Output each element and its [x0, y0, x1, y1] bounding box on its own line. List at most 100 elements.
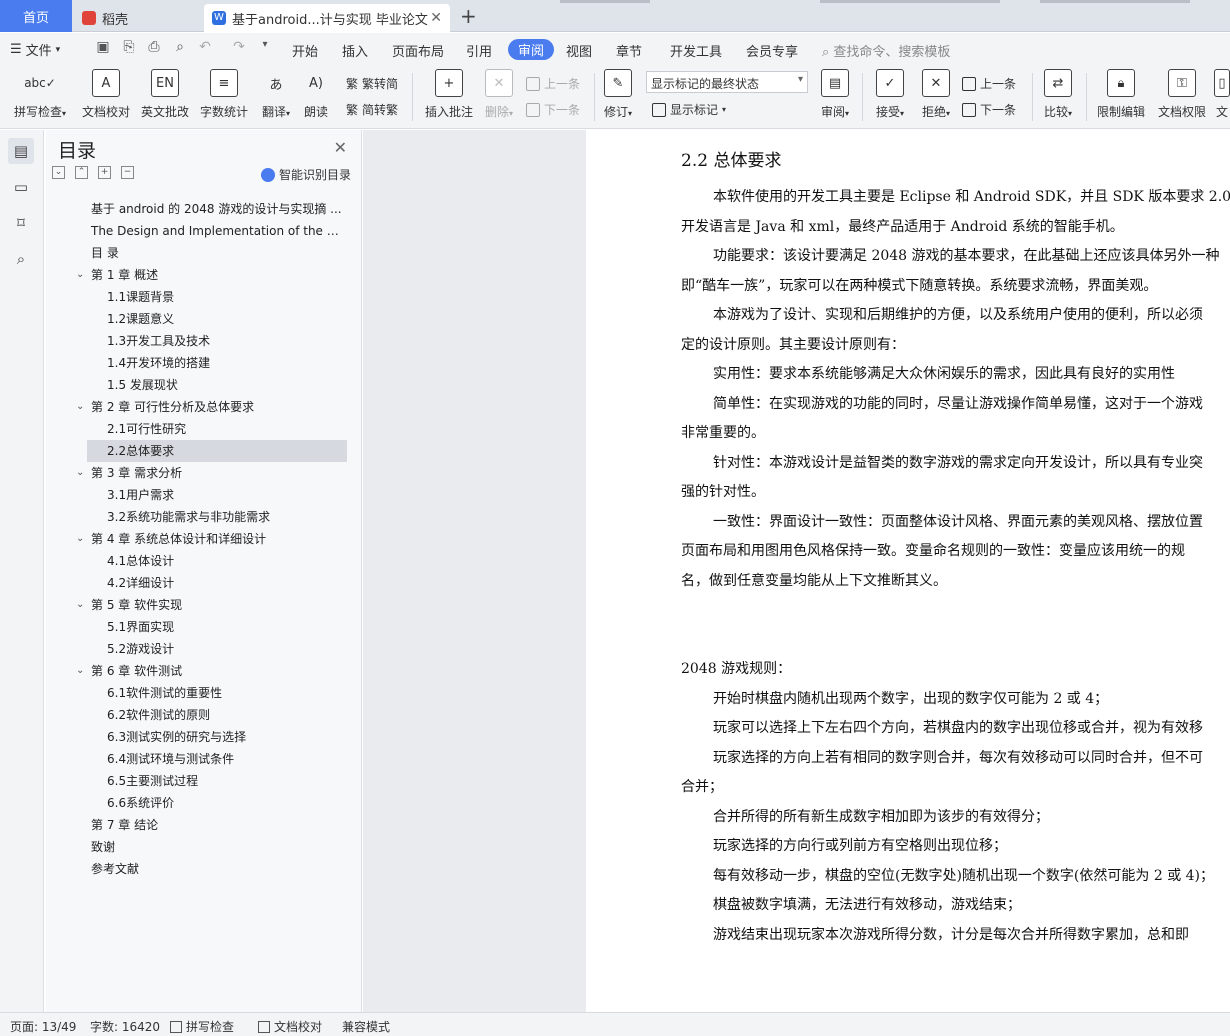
toc-item[interactable]: 5.1界面实现	[46, 616, 362, 638]
toc-item[interactable]: 3.1用户需求	[46, 484, 362, 506]
toc-item[interactable]: ⌄ 第 2 章 可行性分析及总体要求	[46, 396, 362, 418]
toc-item[interactable]: 2.2总体要求	[87, 440, 347, 462]
print-icon[interactable]: ⎙	[145, 39, 163, 57]
menu-section[interactable]: 章节	[616, 41, 642, 60]
chevron-down-icon[interactable]: ⌄	[76, 264, 84, 286]
compare-button[interactable]: ⇄ 比较▾	[1040, 69, 1076, 120]
export-icon[interactable]: ⎘	[120, 39, 138, 57]
toc-item[interactable]: 目 录	[46, 242, 362, 264]
delete-comment-button[interactable]: ✕ 删除▾	[481, 69, 517, 120]
toc-item[interactable]: 1.4开发环境的搭建	[46, 352, 362, 374]
next-comment-button[interactable]: 下一条	[526, 101, 580, 118]
document-page[interactable]: 2.2 总体要求 本软件使用的开发工具主要是 Eclipse 和 Android…	[586, 130, 1230, 1012]
toc-item[interactable]: 1.5 发展现状	[46, 374, 362, 396]
doc-proof-button[interactable]: A 文档校对	[80, 69, 132, 120]
tab-home[interactable]: 首页	[0, 0, 72, 32]
to-simplified-button[interactable]: 繁简转繁	[346, 101, 398, 118]
undo-icon[interactable]: ↶	[196, 39, 214, 57]
toc-item[interactable]: 2.1可行性研究	[46, 418, 362, 440]
accept-button[interactable]: ✓ 接受▾	[872, 69, 908, 120]
save-icon[interactable]: ▣	[94, 39, 112, 57]
close-icon[interactable]: ✕	[334, 138, 347, 157]
menu-reference[interactable]: 引用	[466, 41, 492, 60]
toc-item[interactable]: ⌄ 第 6 章 软件测试	[46, 660, 362, 682]
new-tab-icon[interactable]: +	[460, 4, 477, 28]
remove-level-icon[interactable]: −	[121, 166, 134, 179]
close-tab-icon[interactable]: ✕	[430, 10, 442, 26]
toc-item[interactable]: ⌄ 第 4 章 系统总体设计和详细设计	[46, 528, 362, 550]
review-pane-button[interactable]: ▤ 审阅▾	[818, 69, 852, 120]
tab-docer[interactable]: 稻壳	[74, 4, 198, 32]
menu-start[interactable]: 开始	[292, 41, 318, 60]
toc-item[interactable]: ⌄ 第 3 章 需求分析	[46, 462, 362, 484]
customize-chevron-icon[interactable]: ▾	[256, 39, 274, 57]
chevron-down-icon[interactable]: ⌄	[76, 462, 84, 484]
doc-permission-button[interactable]: ⚿ 文档权限	[1156, 69, 1208, 120]
page-indicator[interactable]: 页面: 13/49	[10, 1018, 76, 1035]
chevron-down-icon[interactable]: ⌄	[76, 528, 84, 550]
menu-insert[interactable]: 插入	[342, 41, 368, 60]
chevron-down-icon[interactable]: ⌄	[76, 396, 84, 418]
chevron-down-icon[interactable]: ⌄	[76, 660, 84, 682]
toc-item[interactable]: 6.2软件测试的原则	[46, 704, 362, 726]
smart-toc-button[interactable]: 智能识别目录	[260, 166, 351, 183]
toc-item[interactable]: 3.2系统功能需求与非功能需求	[46, 506, 362, 528]
word-count-indicator[interactable]: 字数: 16420	[90, 1018, 160, 1035]
toc-item[interactable]: 第 7 章 结论	[46, 814, 362, 836]
toc-item[interactable]: The Design and Implementation of the 2 .…	[46, 220, 362, 242]
prev-comment-button[interactable]: 上一条	[526, 75, 580, 92]
chapter-nav-icon[interactable]: ▭	[8, 174, 34, 200]
search-icon[interactable]: ⌕	[8, 246, 34, 272]
print-preview-icon[interactable]: ⌕	[171, 39, 189, 57]
redo-icon[interactable]: ↷	[230, 39, 248, 57]
insert-comment-button[interactable]: + 插入批注	[422, 69, 476, 120]
toc-item[interactable]: 致谢	[46, 836, 362, 858]
doc-permission-icon: ⚿	[1168, 69, 1196, 97]
read-aloud-button[interactable]: A) 朗读	[300, 69, 332, 120]
show-markup-button[interactable]: 显示标记 ▾	[652, 101, 726, 118]
tab-active-document[interactable]: W 基于android...计与实现 毕业论文 ✕	[204, 4, 450, 32]
add-level-icon[interactable]: +	[98, 166, 111, 179]
toc-item[interactable]: 5.2游戏设计	[46, 638, 362, 660]
toc-item[interactable]: ⌄ 第 5 章 软件实现	[46, 594, 362, 616]
collapse-icon[interactable]: ⌄	[52, 166, 65, 179]
next-change-button[interactable]: 下一条	[962, 101, 1016, 118]
prev-change-button[interactable]: 上一条	[962, 75, 1016, 92]
expand-icon[interactable]: ⌃	[75, 166, 88, 179]
eng-review-button[interactable]: EN 英文批改	[140, 69, 190, 120]
ribbon-overflow-button[interactable]: ▯ 文	[1214, 69, 1230, 120]
track-changes-button[interactable]: ✎ 修订▾	[600, 69, 636, 120]
spell-check-status[interactable]: 拼写检查	[170, 1018, 234, 1035]
toc-item[interactable]: 1.3开发工具及技术	[46, 330, 362, 352]
restrict-edit-button[interactable]: 🔒︎ 限制编辑	[1096, 69, 1146, 120]
menu-member[interactable]: 会员专享	[746, 41, 798, 60]
to-traditional-button[interactable]: 繁繁转简	[346, 75, 398, 92]
file-menu[interactable]: ☰ 文件 ▾	[10, 40, 60, 59]
toc-item[interactable]: 6.3测试实例的研究与选择	[46, 726, 362, 748]
chevron-down-icon[interactable]: ⌄	[76, 594, 84, 616]
translate-button[interactable]: あ 翻译▾	[258, 69, 294, 120]
toc-item[interactable]: 1.1课题背景	[46, 286, 362, 308]
menu-dev-tools[interactable]: 开发工具	[670, 41, 722, 60]
menu-page-layout[interactable]: 页面布局	[392, 41, 444, 60]
toc-item[interactable]: 基于 android 的 2048 游戏的设计与实现摘 ...	[46, 198, 362, 220]
toc-item[interactable]: 4.2详细设计	[46, 572, 362, 594]
markup-state-select[interactable]: 显示标记的最终状态 ▾	[646, 71, 808, 93]
spell-check-button[interactable]: abc✓ 拼写检查▾	[12, 69, 68, 120]
command-search[interactable]: ⌕ 查找命令、搜索模板	[822, 41, 950, 60]
toc-item[interactable]: 1.2课题意义	[46, 308, 362, 330]
bookmark-icon[interactable]: ⌑	[8, 210, 34, 236]
toc-item[interactable]: 6.6系统评价	[46, 792, 362, 814]
reject-button[interactable]: ✕ 拒绝▾	[918, 69, 954, 120]
menu-view[interactable]: 视图	[566, 41, 592, 60]
toc-item[interactable]: ⌄ 第 1 章 概述	[46, 264, 362, 286]
toc-icon[interactable]: ▤	[8, 138, 34, 164]
word-count-button[interactable]: ≡ 字数统计	[199, 69, 249, 120]
toc-item[interactable]: 4.1总体设计	[46, 550, 362, 572]
toc-item[interactable]: 参考文献	[46, 858, 362, 880]
toc-item[interactable]: 6.4测试环境与测试条件	[46, 748, 362, 770]
menu-review[interactable]: 审阅	[508, 39, 555, 60]
toc-item[interactable]: 6.5主要测试过程	[46, 770, 362, 792]
toc-item[interactable]: 6.1软件测试的重要性	[46, 682, 362, 704]
doc-proof-status[interactable]: 文档校对	[258, 1018, 322, 1035]
